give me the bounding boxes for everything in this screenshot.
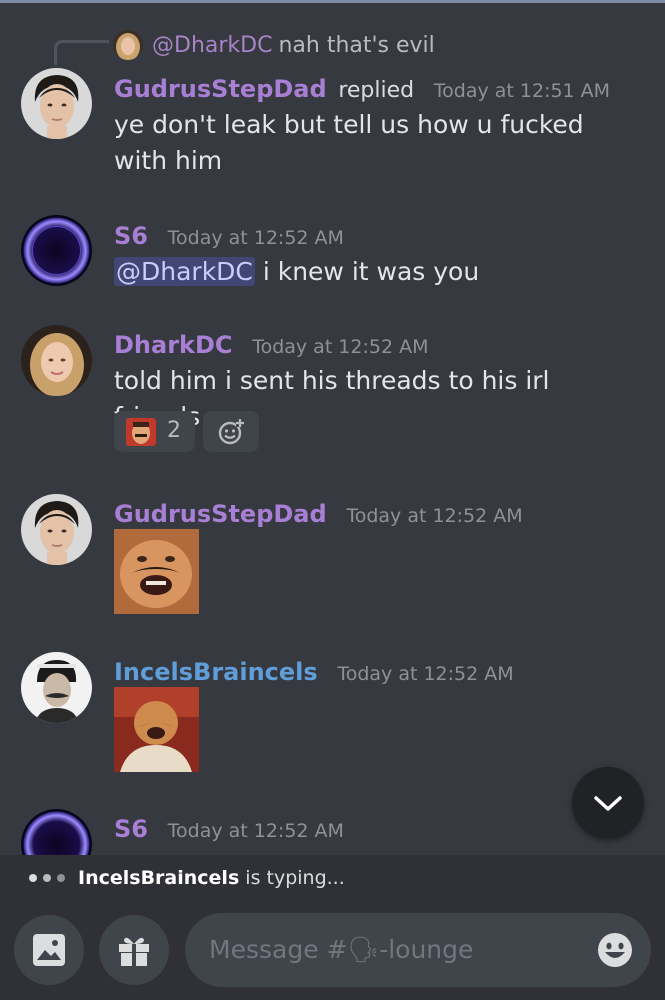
gift-button[interactable] bbox=[99, 915, 169, 985]
message-list[interactable]: @DharkDC nah that's evil GudrusStepDad re… bbox=[0, 3, 665, 855]
reaction-count: 2 bbox=[167, 418, 181, 443]
username[interactable]: IncelsBraincels bbox=[114, 658, 318, 686]
image-attachment[interactable] bbox=[114, 687, 199, 772]
reply-mention[interactable]: @DharkDC bbox=[152, 33, 272, 58]
image-attachment[interactable] bbox=[114, 529, 199, 614]
message-header: DharkDC Today at 12:52 AM bbox=[114, 329, 429, 363]
reply-connector bbox=[54, 40, 109, 65]
timestamp: Today at 12:52 AM bbox=[346, 505, 523, 527]
username[interactable]: DharkDC bbox=[114, 331, 233, 359]
timestamp: Today at 12:52 AM bbox=[167, 820, 344, 842]
reply-preview-text: nah that's evil bbox=[278, 33, 435, 58]
message-header: S6 Today at 12:52 AM bbox=[114, 813, 344, 847]
username[interactable]: S6 bbox=[114, 222, 148, 250]
replied-label: replied bbox=[338, 78, 415, 103]
avatar-gudrusstepdad[interactable] bbox=[21, 494, 92, 565]
typing-indicator: IncelsBraincels is typing... bbox=[0, 855, 665, 900]
typing-text: IncelsBraincels is typing... bbox=[78, 863, 345, 893]
gift-icon bbox=[119, 937, 149, 966]
image-icon bbox=[33, 934, 65, 966]
avatar-incelsbraincels[interactable] bbox=[21, 652, 92, 723]
avatar-gudrusstepdad[interactable] bbox=[21, 68, 92, 139]
avatar-s6[interactable] bbox=[21, 809, 92, 855]
avatar-s6[interactable] bbox=[21, 215, 92, 286]
typing-dots-icon bbox=[29, 874, 65, 882]
message-text-body: i knew it was you bbox=[254, 257, 480, 286]
username[interactable]: GudrusStepDad bbox=[114, 500, 327, 528]
emoji-icon[interactable] bbox=[597, 932, 633, 968]
timestamp: Today at 12:52 AM bbox=[252, 336, 429, 358]
user-mention[interactable]: @DharkDC bbox=[114, 257, 255, 286]
username[interactable]: GudrusStepDad bbox=[114, 75, 327, 103]
message-input[interactable]: Message #🗣-lounge bbox=[185, 913, 651, 987]
reaction-button[interactable]: 2 bbox=[114, 411, 195, 452]
add-reaction-button[interactable] bbox=[203, 411, 259, 452]
message-composer: Message #🗣-lounge bbox=[0, 900, 665, 1000]
jump-to-bottom-button[interactable] bbox=[572, 767, 644, 839]
message-placeholder: Message #🗣-lounge bbox=[209, 935, 474, 964]
reply-avatar[interactable] bbox=[113, 30, 143, 60]
add-reaction-icon bbox=[218, 419, 244, 445]
timestamp: Today at 12:52 AM bbox=[337, 663, 514, 685]
avatar-dharkdc[interactable] bbox=[21, 325, 92, 396]
timestamp: Today at 12:52 AM bbox=[167, 227, 344, 249]
reply-preview[interactable]: @DharkDC nah that's evil bbox=[152, 31, 435, 61]
typing-username: IncelsBraincels bbox=[78, 867, 240, 889]
chevron-down-icon bbox=[594, 796, 622, 811]
reaction-emoji-icon bbox=[126, 418, 156, 446]
upload-image-button[interactable] bbox=[14, 915, 84, 985]
timestamp: Today at 12:51 AM bbox=[433, 80, 611, 102]
message-header: GudrusStepDad replied Today at 12:51 AM bbox=[114, 73, 610, 107]
message-header: S6 Today at 12:52 AM bbox=[114, 220, 344, 254]
message-header: GudrusStepDad Today at 12:52 AM bbox=[114, 498, 523, 532]
message-text: ye don't leak but tell us how u fucked w… bbox=[114, 110, 584, 175]
typing-suffix: is typing... bbox=[239, 867, 345, 889]
message-header: IncelsBraincels Today at 12:52 AM bbox=[114, 656, 514, 690]
message-text: @DharkDC i knew it was you bbox=[114, 254, 634, 290]
username[interactable]: S6 bbox=[114, 815, 148, 843]
